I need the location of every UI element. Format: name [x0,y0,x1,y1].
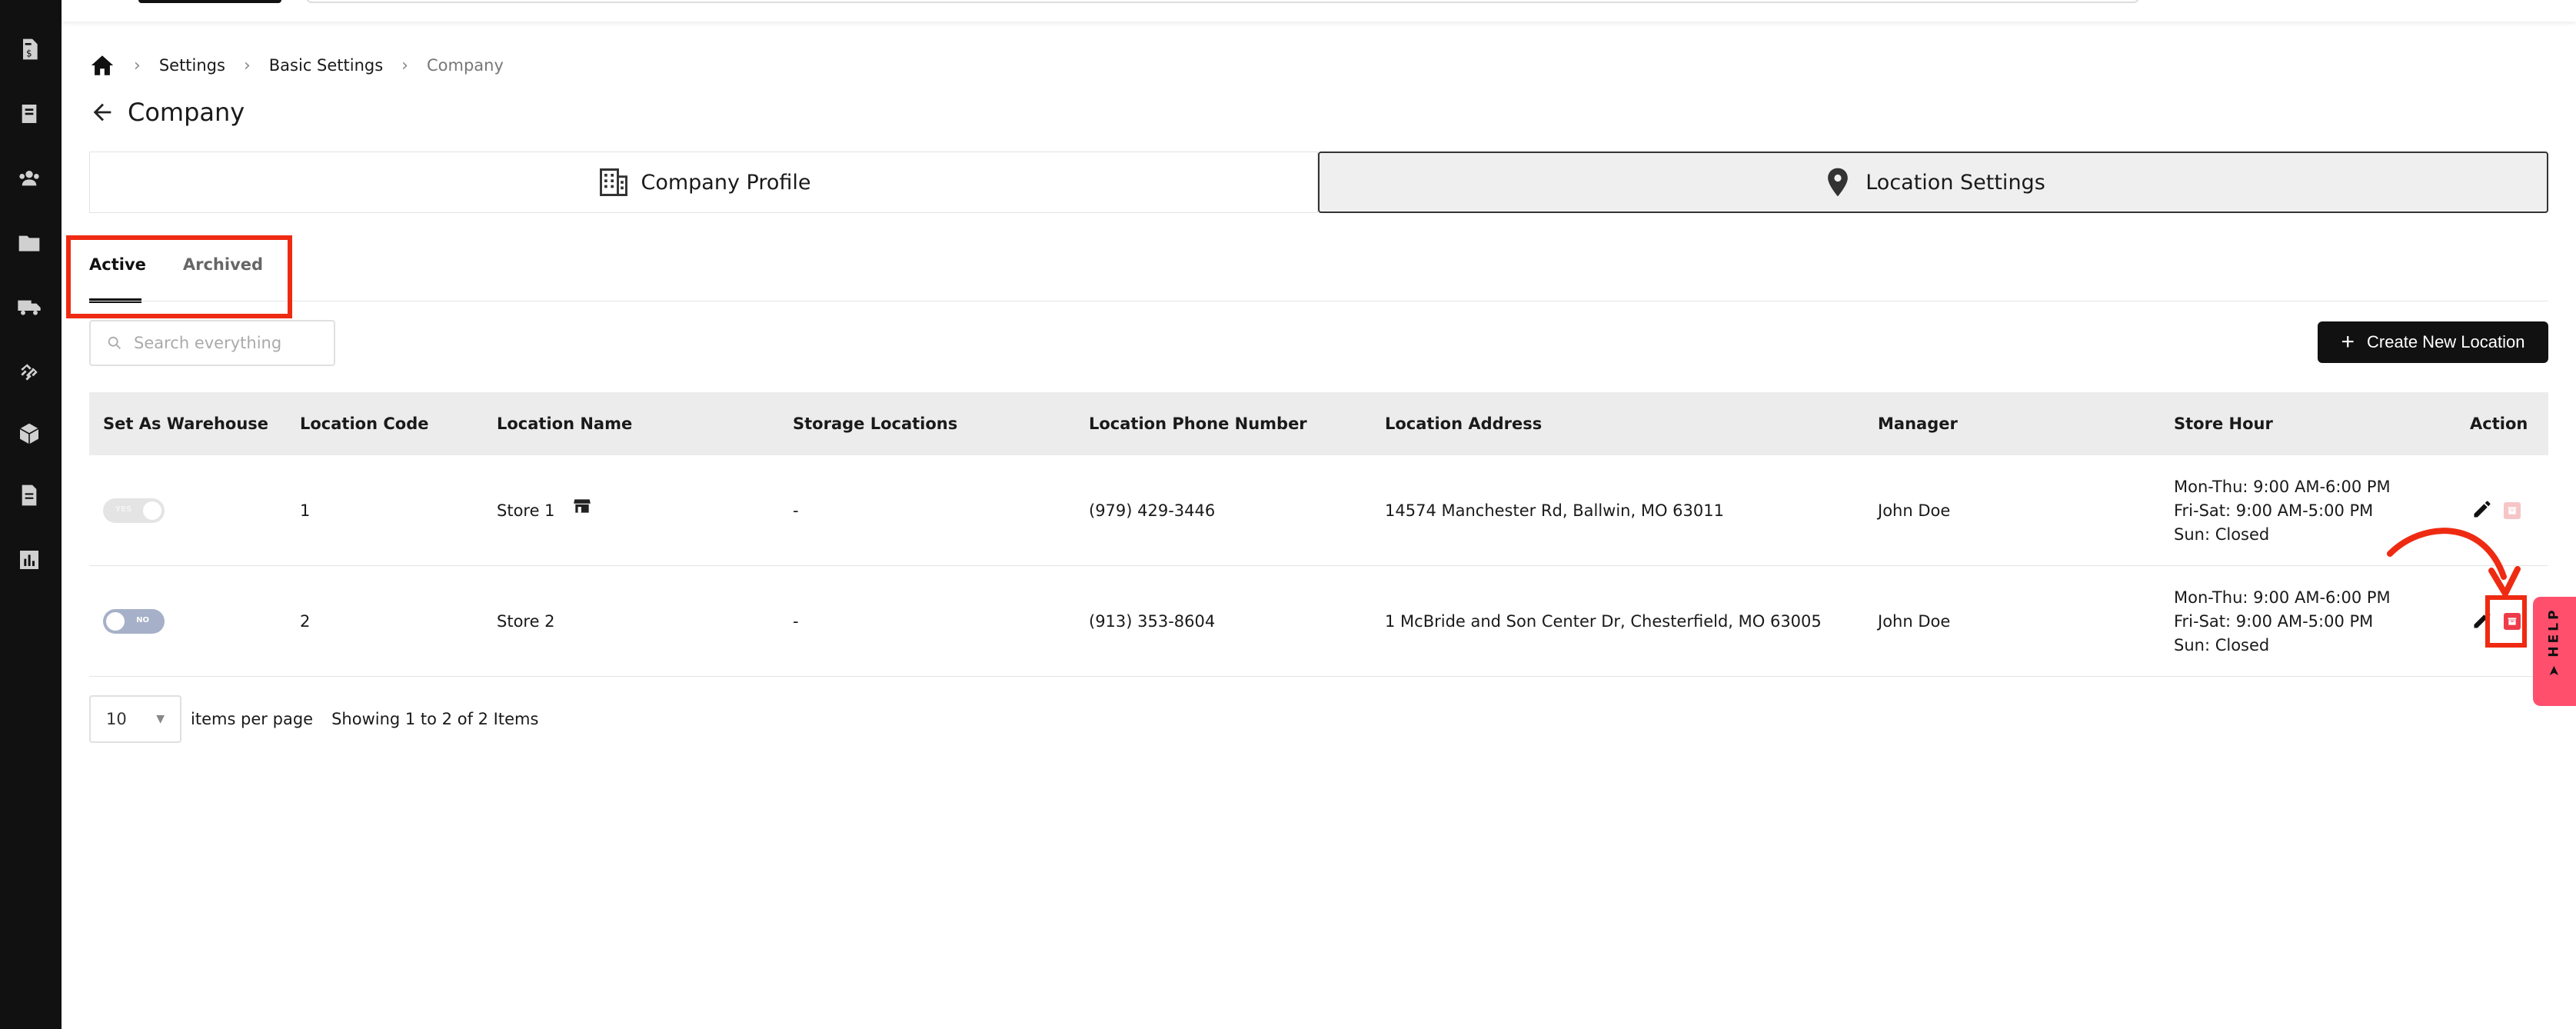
main-tabs: Company Profile Location Settings [89,152,2548,213]
breadcrumb-separator-icon: › [243,55,251,75]
store-hours-line: Fri-Sat: 9:00 AM-5:00 PM [2174,611,2374,631]
locations-table: Set As Warehouse Location Code Location … [89,392,2548,677]
tab-company-profile-label: Company Profile [641,170,811,195]
storefront-icon [555,499,592,520]
tab-location-settings-label: Location Settings [1865,170,2045,195]
map-pin-icon [1828,168,1849,197]
set-as-warehouse-toggle[interactable]: YES [103,498,165,523]
items-per-page-label: items per page [191,710,314,728]
search-input[interactable] [134,334,318,352]
store-hours-line: Mon-Thu: 9:00 AM-6:00 PM [2174,588,2391,607]
breadcrumb-settings[interactable]: Settings [159,56,225,75]
annotation-arrow-icon [2387,528,2521,597]
annotation-highlight-box [66,235,292,318]
toggle-knob [143,501,161,520]
table-header: Set As Warehouse Location Code Location … [89,392,2548,455]
showing-count: Showing 1 to 2 of 2 Items [331,710,539,728]
toggle-knob [106,612,125,631]
plus-icon: + [2341,329,2355,355]
tab-location-settings[interactable]: Location Settings [1318,152,2548,213]
column-header[interactable]: Location Address [1385,392,1542,455]
building-icon [599,168,627,196]
cursor-arrow-icon: ➤ [2546,664,2563,677]
column-header[interactable]: Store Hour [2174,392,2273,455]
store-hours-line: Fri-Sat: 9:00 AM-5:00 PM [2174,501,2374,520]
set-as-warehouse-toggle[interactable]: NO [103,609,165,634]
global-search-input[interactable] [306,0,2139,3]
home-icon[interactable] [89,52,115,78]
location-name-cell: Store 2 [497,566,555,677]
warehouse-cell: NO [103,566,165,677]
invoice-icon[interactable]: $ [15,35,43,63]
breadcrumb-basic-settings[interactable]: Basic Settings [269,56,383,75]
help-label: HELP [2547,606,2563,658]
storage-locations-cell: - [793,501,799,520]
inventory-box-icon[interactable] [15,420,43,448]
location-code-cell: 2 [300,612,311,631]
top-bar [62,0,2576,22]
create-new-location-label: Create New Location [2367,332,2525,351]
truck-icon[interactable] [15,294,43,321]
column-header[interactable]: Location Code [300,392,428,455]
create-new-location-button[interactable]: + Create New Location [2318,321,2548,363]
breadcrumb-separator-icon: › [401,55,408,75]
warehouse-cell: YES [103,455,165,566]
column-header[interactable]: Storage Locations [793,392,957,455]
location-name: Store 1 [497,501,555,520]
store-hours-line: Sun: Closed [2174,635,2270,654]
customers-icon[interactable] [15,165,43,192]
page-header: Company [89,94,245,131]
manager-cell: John Doe [1878,501,1951,520]
address-cell: 1 McBride and Son Center Dr, Chesterfiel… [1385,612,1822,631]
archive-icon[interactable] [2504,502,2521,519]
breadcrumb-company: Company [426,56,504,75]
folder-icon[interactable] [15,229,43,257]
table-row: YES 1 Store 1 - (979) 429-3446 14574 Man… [89,455,2548,566]
page-size-select[interactable]: 10 ▼ [89,695,181,743]
location-code-cell: 1 [300,501,311,520]
column-header[interactable]: Set As Warehouse [103,392,268,455]
location-name-cell: Store 1 [497,455,592,566]
breadcrumb: › Settings › Basic Settings › Company [89,52,504,78]
search-icon [108,336,121,349]
phone-cell: (913) 353-8604 [1089,612,1216,631]
reports-chart-icon[interactable] [15,546,43,574]
search-box [89,320,335,366]
chevron-down-icon: ▼ [156,713,165,725]
store-hours-cell: Mon-Thu: 9:00 AM-6:00 PM Fri-Sat: 9:00 A… [2174,455,2391,566]
pagination: 10 ▼ items per page Showing 1 to 2 of 2 … [89,695,538,743]
edit-pencil-icon[interactable] [2471,498,2493,524]
toggle-label: NO [136,616,149,624]
store-hours-cell: Mon-Thu: 9:00 AM-6:00 PM Fri-Sat: 9:00 A… [2174,566,2391,677]
manager-cell: John Doe [1878,612,1951,631]
column-header[interactable]: Location Name [497,392,632,455]
column-header: Action [2470,415,2528,433]
document-icon[interactable] [15,481,43,509]
back-arrow-icon[interactable] [89,99,115,125]
phone-cell: (979) 429-3446 [1089,501,1216,520]
toggle-label: YES [115,505,132,514]
address-cell: 14574 Manchester Rd, Ballwin, MO 63011 [1385,501,1724,520]
table-row: NO 2 Store 2 - (913) 353-8604 1 McBride … [89,566,2548,677]
tab-company-profile[interactable]: Company Profile [89,152,1318,213]
column-header[interactable]: Manager [1878,392,1958,455]
store-hours-line: Mon-Thu: 9:00 AM-6:00 PM [2174,477,2391,496]
link-icon[interactable] [15,358,43,386]
store-hours-line: Sun: Closed [2174,524,2270,544]
location-name: Store 2 [497,612,555,631]
help-tab[interactable]: HELP ➤ [2533,597,2576,706]
page-title: Company [128,98,245,127]
receipt-icon[interactable] [15,100,43,128]
sidebar: $ [0,0,62,1029]
page-size-value: 10 [106,710,127,728]
top-action-button[interactable] [138,0,281,3]
breadcrumb-separator-icon: › [134,55,141,75]
svg-text:$: $ [26,48,32,58]
storage-locations-cell: - [793,612,799,631]
column-header[interactable]: Location Phone Number [1089,392,1307,455]
